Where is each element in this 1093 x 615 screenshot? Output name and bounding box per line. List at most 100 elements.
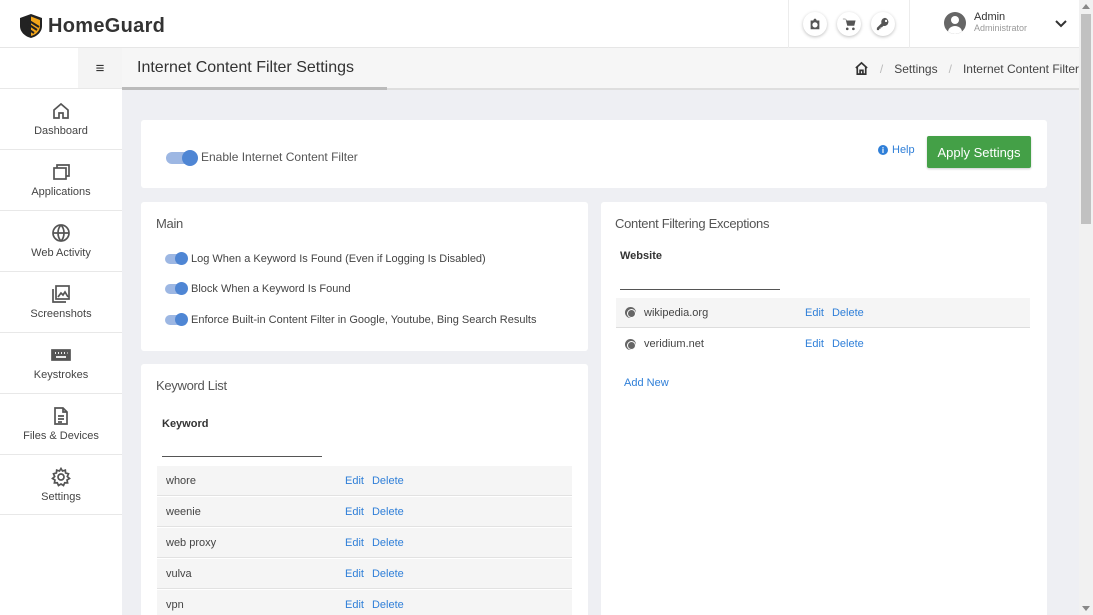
option-label: Log When a Keyword Is Found (Even if Log… [191,253,486,265]
add-new-link[interactable]: Add New [624,377,669,389]
delete-link[interactable]: Delete [372,475,404,487]
table-row: vulva Edit Delete [157,559,572,589]
option-label: Block When a Keyword Is Found [191,283,351,295]
menu-toggle-button[interactable]: ≡ [78,48,122,88]
option-log-keyword: Log When a Keyword Is Found (Even if Log… [165,252,486,265]
card-title: Main [156,216,183,231]
table-row: weenie Edit Delete [157,497,572,527]
keyword-list-card: Keyword List Keyword whore Edit Delete w… [141,364,588,615]
camera-icon[interactable] [803,12,827,36]
globe-icon [625,338,636,350]
sidebar-item-files-devices[interactable]: Files & Devices [0,393,122,454]
apply-settings-button[interactable]: Apply Settings [927,136,1031,168]
key-icon[interactable] [871,12,895,36]
sidebar-item-screenshots[interactable]: Screenshots [0,271,122,332]
table-row: veridium.net Edit Delete [616,329,1030,359]
app-logo[interactable]: HomeGuard [19,13,165,39]
sidebar-item-dashboard[interactable]: Dashboard [0,88,122,149]
gear-icon [51,466,71,487]
sidebar-item-label: Screenshots [30,308,92,320]
page-scrollbar[interactable] [1079,0,1093,615]
user-role: Administrator [974,23,1028,33]
exceptions-card: Content Filtering Exceptions Website wik… [601,202,1047,615]
home-icon [53,102,69,119]
keyword-filter-underline[interactable] [162,456,322,457]
table-row: vpn Edit Delete [157,590,572,615]
chevron-down-icon[interactable] [1054,16,1068,30]
keyword-column-header[interactable]: Keyword [162,418,208,430]
option-label: Enforce Built-in Content Filter in Googl… [191,314,537,326]
sidebar-item-label: Files & Devices [23,430,99,442]
cart-icon[interactable] [837,12,861,36]
breadcrumb: / Settings / Internet Content Filter [854,61,1079,76]
edit-link[interactable]: Edit [805,338,824,350]
keyboard-icon [51,349,71,361]
edit-link[interactable]: Edit [345,537,364,549]
home-icon[interactable] [854,61,869,76]
delete-link[interactable]: Delete [372,599,404,611]
top-header: HomeGuard Admin Administrator [0,0,1079,48]
card-title: Content Filtering Exceptions [615,216,770,231]
delete-link[interactable]: Delete [372,537,404,549]
shield-logo-icon [20,14,42,38]
website-column-header[interactable]: Website [620,250,662,262]
page-title-bar: Internet Content Filter Settings / Setti… [122,48,1079,90]
table-row: web proxy Edit Delete [157,528,572,558]
windows-icon [53,164,70,180]
title-underline [122,87,387,90]
sidebar-item-label: Dashboard [34,125,88,137]
sidebar-item-applications[interactable]: Applications [0,149,122,210]
sidebar-nav: Dashboard Applications Web Activity Scre… [0,88,122,515]
delete-link[interactable]: Delete [832,307,864,319]
file-icon [54,407,68,425]
keyword-cell: vpn [166,599,184,611]
log-keyword-toggle[interactable] [165,252,188,265]
breadcrumb-current: Internet Content Filter [962,61,1079,76]
help-link[interactable]: i Help [878,144,915,156]
card-title: Keyword List [156,378,227,393]
website-cell: veridium.net [644,338,704,350]
sidebar-item-keystrokes[interactable]: Keystrokes [0,332,122,393]
breadcrumb-settings[interactable]: Settings [894,62,937,76]
user-menu[interactable]: Admin Administrator [944,12,1027,34]
header-tools [788,0,910,48]
sidebar-item-web-activity[interactable]: Web Activity [0,210,122,271]
page-title: Internet Content Filter Settings [137,59,354,76]
enable-filter-label: Enable Internet Content Filter [201,150,358,164]
edit-link[interactable]: Edit [345,506,364,518]
keyword-cell: vulva [166,567,192,580]
delete-link[interactable]: Delete [372,568,404,580]
edit-link[interactable]: Edit [345,568,364,580]
edit-link[interactable]: Edit [345,599,364,611]
safe-search-toggle[interactable] [165,313,188,326]
main-settings-card: Main Log When a Keyword Is Found (Even i… [141,202,588,351]
table-row: whore Edit Delete [157,466,572,496]
breadcrumb-separator: / [948,61,952,76]
scroll-up-icon[interactable] [1082,4,1090,9]
app-name: HomeGuard [48,14,166,37]
sidebar-item-label: Web Activity [31,247,91,259]
delete-link[interactable]: Delete [372,506,404,518]
website-cell: wikipedia.org [644,306,709,319]
table-row: wikipedia.org Edit Delete [616,298,1030,328]
enable-filter-toggle[interactable] [166,150,198,166]
scroll-down-icon[interactable] [1082,606,1090,611]
globe-icon [625,307,636,318]
scroll-thumb[interactable] [1081,14,1091,224]
block-keyword-toggle[interactable] [165,282,188,295]
help-label: Help [892,144,915,156]
option-block-keyword: Block When a Keyword Is Found [165,282,351,295]
sidebar-item-label: Applications [31,186,91,198]
sidebar-item-settings[interactable]: Settings [0,454,122,515]
avatar [944,12,966,34]
enable-filter-card: Enable Internet Content Filter i Help Ap… [141,120,1047,188]
keyword-cell: whore [166,474,196,487]
keyword-cell: web proxy [166,536,217,549]
website-filter-underline[interactable] [620,289,780,290]
option-safe-search: Enforce Built-in Content Filter in Googl… [165,313,537,326]
edit-link[interactable]: Edit [805,307,824,319]
image-icon [52,285,70,303]
edit-link[interactable]: Edit [345,475,364,487]
info-icon: i [878,145,888,155]
delete-link[interactable]: Delete [832,338,864,350]
